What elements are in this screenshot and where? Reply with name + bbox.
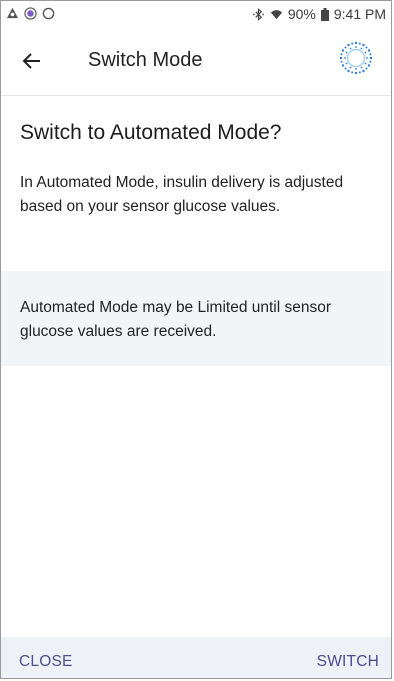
- status-bar: 90% 9:41 PM: [1, 1, 391, 29]
- clock: 9:41 PM: [333, 6, 386, 22]
- dialog-description: In Automated Mode, insulin delivery is a…: [20, 174, 344, 215]
- record-icon: [24, 7, 37, 20]
- app-header: Switch Mode: [1, 29, 391, 96]
- pod-status-icon[interactable]: [339, 41, 373, 75]
- info-box: Automated Mode may be Limited until sens…: [1, 271, 391, 366]
- page-title: Switch Mode: [88, 49, 203, 71]
- switch-button[interactable]: SWITCH: [317, 653, 379, 671]
- action-footer: CLOSE SWITCH: [1, 637, 391, 678]
- warning-triangle-icon: [6, 7, 19, 19]
- status-right-icons: 90% 9:41 PM: [252, 6, 386, 22]
- wifi-icon: [270, 9, 282, 19]
- battery-percent: 90%: [287, 6, 316, 22]
- close-button[interactable]: CLOSE: [19, 653, 73, 671]
- status-left-icons: [6, 7, 55, 20]
- dialog-title: Switch to Automated Mode?: [20, 121, 282, 144]
- circle-icon: [42, 7, 55, 20]
- info-message: Automated Mode may be Limited until sens…: [20, 299, 332, 340]
- arrow-left-icon[interactable]: [21, 50, 43, 72]
- bluetooth-icon: [252, 7, 264, 21]
- app-screen: 90% 9:41 PM Switch Mode Switch to Automa…: [0, 0, 392, 679]
- battery-icon: [320, 7, 329, 21]
